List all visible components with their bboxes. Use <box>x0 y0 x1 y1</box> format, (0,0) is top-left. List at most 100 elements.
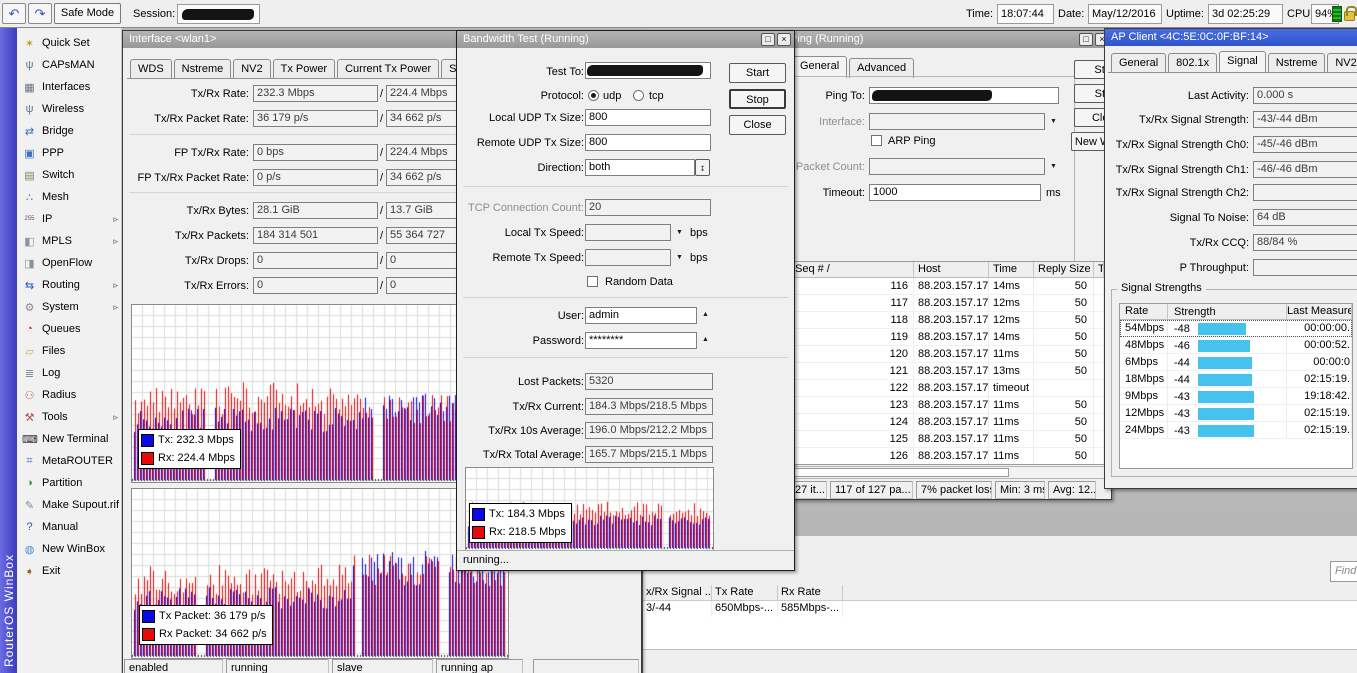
registration-column-header[interactable]: Rx Rate <box>778 585 843 601</box>
ping-tab[interactable]: General <box>792 56 847 78</box>
ap-client-tab[interactable]: NV2 <box>1327 53 1357 73</box>
arp-ping-checkbox[interactable] <box>871 135 882 146</box>
registration-column-header[interactable]: Tx Rate <box>712 585 778 601</box>
registration-column-header[interactable]: x/Rx Signal ... <box>643 585 712 601</box>
ping-column-header[interactable]: Host <box>914 262 989 277</box>
sidebar-item[interactable]: 255 IP ▹ <box>17 208 121 230</box>
registration-column-header[interactable] <box>843 585 1357 601</box>
sidebar-item[interactable]: ⌨ New Terminal <box>17 428 121 450</box>
table-row[interactable]: 126 88.203.157.173 11ms 50 <box>791 448 1104 465</box>
sidebar-item[interactable]: ⇄ Bridge <box>17 120 121 142</box>
timeout-input[interactable]: 1000 <box>869 184 1041 201</box>
direction-select[interactable]: both <box>585 159 695 176</box>
sidebar-item[interactable]: ▱ Files <box>17 340 121 362</box>
dropdown-icon[interactable]: ▼ <box>1050 163 1057 170</box>
table-row[interactable]: 9Mbps -43 19:18:42. <box>1120 388 1352 405</box>
ap-client-titlebar[interactable]: AP Client <4C:5E:0C:0F:BF:14> <box>1105 29 1357 46</box>
packet-count-select[interactable] <box>869 158 1045 175</box>
direction-dropdown-icon[interactable]: ↧ <box>695 159 710 176</box>
sidebar-item[interactable]: ◨ OpenFlow <box>17 252 121 274</box>
table-row[interactable]: 3/-44 650Mbps-... 585Mbps-... <box>643 601 1357 617</box>
dropdown-icon[interactable]: ▼ <box>1050 118 1057 125</box>
interface-select[interactable] <box>869 113 1045 130</box>
sidebar-item[interactable]: ◧ MPLS ▹ <box>17 230 121 252</box>
sidebar-item[interactable]: ◔ Queues <box>17 318 121 340</box>
sidebar-item[interactable]: ⚙ System ▹ <box>17 296 121 318</box>
table-row[interactable]: 122 88.203.157.173 timeout <box>791 380 1104 397</box>
btest-start-button[interactable]: Start <box>729 63 786 83</box>
table-row[interactable]: 117 88.203.157.173 12ms 50 <box>791 295 1104 312</box>
maximize-icon[interactable]: □ <box>1079 33 1093 46</box>
table-row[interactable]: 118 88.203.157.173 12ms 50 <box>791 312 1104 329</box>
ap-client-tab[interactable]: 802.1x <box>1168 53 1217 73</box>
sidebar-item[interactable]: ✶ Quick Set <box>17 32 121 54</box>
scrollbar-thumb[interactable] <box>792 468 1009 477</box>
password-input[interactable]: ******** <box>585 332 697 349</box>
safe-mode-button[interactable]: Safe Mode <box>54 3 121 24</box>
ping-table-hscrollbar[interactable] <box>790 466 1105 479</box>
table-row[interactable]: 119 88.203.157.173 14ms 50 <box>791 329 1104 346</box>
ping-column-header[interactable]: Time <box>989 262 1034 277</box>
ap-client-tab[interactable]: General <box>1111 53 1166 73</box>
local-udp-size-input[interactable]: 800 <box>585 109 711 126</box>
sidebar-item[interactable]: ∴ Mesh <box>17 186 121 208</box>
ap-client-tab[interactable]: Signal <box>1219 51 1266 73</box>
interface-tab[interactable]: NV2 <box>233 59 270 79</box>
find-input[interactable]: Find <box>1330 561 1357 582</box>
table-row[interactable]: 120 88.203.157.173 11ms 50 <box>791 346 1104 363</box>
sidebar-item[interactable]: ✎ Make Supout.rif <box>17 494 121 516</box>
table-row[interactable]: 6Mbps -44 00:00:0 <box>1120 354 1352 371</box>
tcp-radio[interactable] <box>633 90 644 101</box>
sidebar-item[interactable]: ▦ Interfaces <box>17 76 121 98</box>
table-row[interactable]: 24Mbps -43 02:15:19. <box>1120 422 1352 439</box>
interface-tab[interactable]: WDS <box>130 59 172 79</box>
ping-column-header[interactable]: TTL <box>1094 262 1104 277</box>
ping-tab[interactable]: Advanced <box>849 58 914 78</box>
table-row[interactable]: 18Mbps -44 02:15:19. <box>1120 371 1352 388</box>
table-row[interactable]: 121 88.203.157.173 13ms 50 <box>791 363 1104 380</box>
session-field[interactable] <box>177 4 260 24</box>
maximize-icon[interactable]: □ <box>761 33 775 46</box>
sidebar-item[interactable]: ⇆ Routing ▹ <box>17 274 121 296</box>
table-row[interactable]: 125 88.203.157.173 11ms 50 <box>791 431 1104 448</box>
ping-window-titlebar[interactable]: Ping (Running) □ × <box>784 31 1111 48</box>
sidebar-item[interactable]: ▣ PPP <box>17 142 121 164</box>
signal-column-header[interactable]: Rate <box>1120 304 1168 319</box>
spinup-icon[interactable]: ▲ <box>702 311 709 318</box>
btest-stop-button[interactable]: Stop <box>729 89 786 109</box>
sidebar-item[interactable]: ⚇ Radius <box>17 384 121 406</box>
interface-tab[interactable]: Current Tx Power <box>337 59 439 79</box>
table-row[interactable]: 54Mbps -48 00:00:00. <box>1120 320 1352 337</box>
ping-to-input[interactable] <box>869 87 1059 104</box>
table-row[interactable]: 12Mbps -43 02:15:19. <box>1120 405 1352 422</box>
undo-button[interactable]: ↶ <box>2 3 26 24</box>
sidebar-item[interactable]: ◍ New WinBox <box>17 538 121 560</box>
sidebar-item[interactable]: ◑ Partition <box>17 472 121 494</box>
redo-button[interactable]: ↷ <box>28 3 52 24</box>
test-to-input[interactable] <box>585 62 711 79</box>
sidebar-item[interactable]: ψ CAPsMAN <box>17 54 121 76</box>
sidebar-item[interactable]: ≣ Log <box>17 362 121 384</box>
signal-column-header[interactable]: Last Measured <box>1287 304 1352 319</box>
sidebar-item[interactable]: ? Manual <box>17 516 121 538</box>
sidebar-item[interactable]: ψ Wireless <box>17 98 121 120</box>
user-input[interactable]: admin <box>585 307 697 324</box>
table-row[interactable]: 48Mbps -46 00:00:52. <box>1120 337 1352 354</box>
close-icon[interactable]: × <box>777 33 791 46</box>
random-data-checkbox[interactable] <box>587 276 598 287</box>
btest-close-button[interactable]: Close <box>729 115 786 135</box>
spinup-icon[interactable]: ▲ <box>702 336 709 343</box>
ping-column-header[interactable]: Seq # / <box>791 262 914 277</box>
table-row[interactable]: 116 88.203.157.173 14ms 50 <box>791 278 1104 295</box>
table-row[interactable]: 123 88.203.157.173 11ms 50 <box>791 397 1104 414</box>
sidebar-item[interactable]: ⚒ Tools ▹ <box>17 406 121 428</box>
ping-column-header[interactable]: Reply Size <box>1034 262 1094 277</box>
udp-radio[interactable] <box>588 90 599 101</box>
sidebar-item[interactable]: ▤ Switch <box>17 164 121 186</box>
table-row[interactable]: 124 88.203.157.173 11ms 50 <box>791 414 1104 431</box>
interface-tab[interactable]: Tx Power <box>273 59 335 79</box>
signal-column-header[interactable]: Strength <box>1168 304 1287 319</box>
sidebar-item[interactable]: ➧ Exit <box>17 560 121 582</box>
bandwidth-test-titlebar[interactable]: Bandwidth Test (Running) □ × <box>457 31 794 48</box>
remote-udp-size-input[interactable]: 800 <box>585 134 711 151</box>
